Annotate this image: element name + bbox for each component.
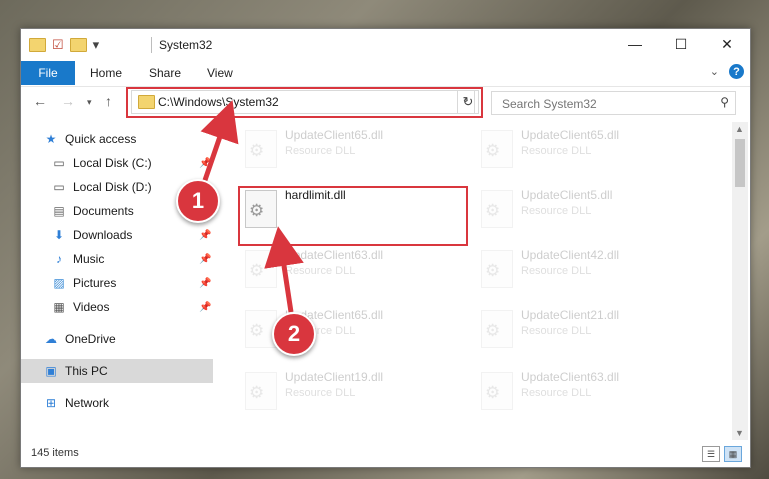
arrow-to-address-bar xyxy=(200,100,239,187)
callout-step-2: 2 xyxy=(272,312,316,356)
annotation-arrows xyxy=(200,100,304,313)
callout-step-1: 1 xyxy=(176,179,220,223)
arrow-to-hardlimit-file xyxy=(264,226,304,313)
